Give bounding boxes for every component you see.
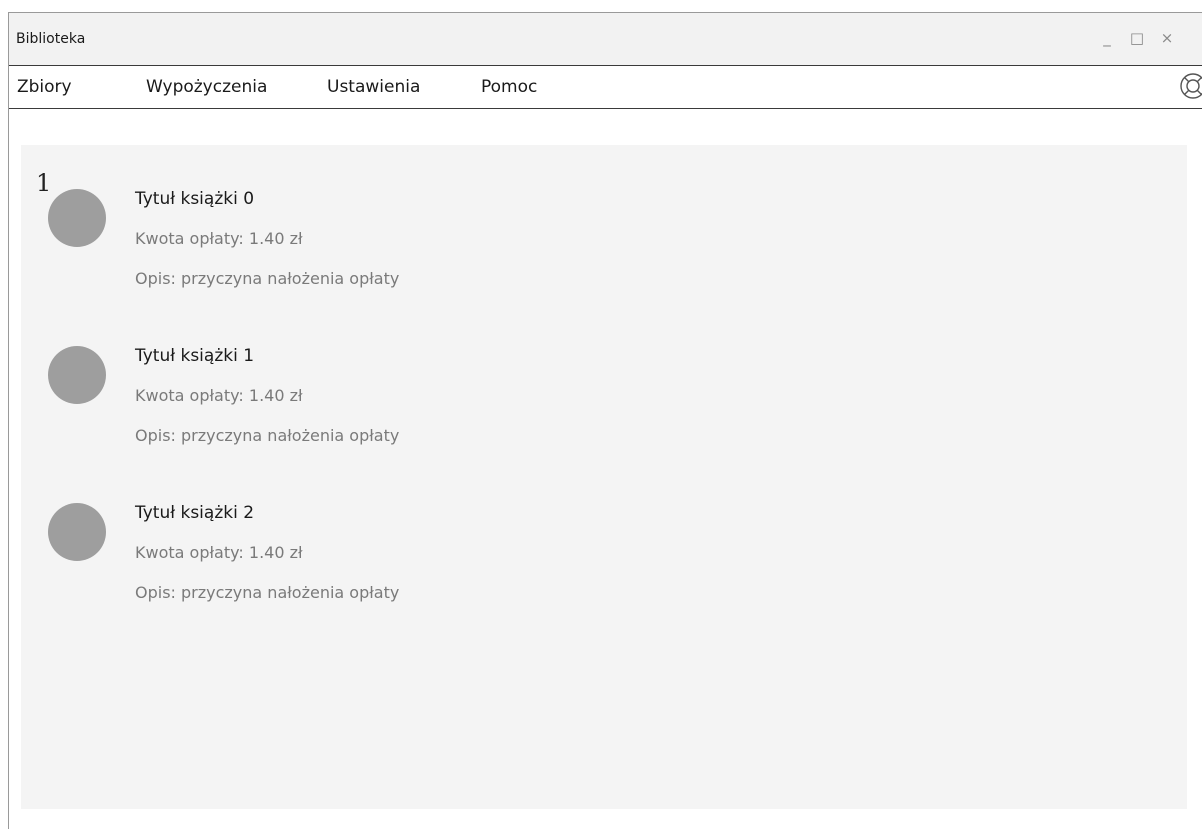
menu-item-ustawienia[interactable]: Ustawienia: [327, 77, 420, 97]
fee-amount: Kwota opłaty: 1.40 zł: [135, 543, 303, 562]
window-controls: _ □ ×: [1095, 25, 1185, 51]
minimize-button[interactable]: _: [1095, 25, 1119, 51]
menu-item-pomoc[interactable]: Pomoc: [481, 77, 537, 97]
menu-item-zbiory[interactable]: Zbiory: [17, 77, 72, 97]
fee-title: Tytuł książki 1: [135, 346, 255, 366]
avatar: [48, 346, 106, 404]
menu-bar: Zbiory Wypożyczenia Ustawienia Pomoc: [9, 65, 1202, 109]
window-title: Biblioteka: [16, 31, 86, 47]
avatar: [48, 189, 106, 247]
fees-panel: 1 Tytuł książki 0 Kwota opłaty: 1.40 zł …: [21, 145, 1187, 809]
menu-item-wypozyczenia[interactable]: Wypożyczenia: [146, 77, 267, 97]
fee-description: Opis: przyczyna nałożenia opłaty: [135, 269, 400, 288]
fee-list-item[interactable]: Tytuł książki 1 Kwota opłaty: 1.40 zł Op…: [21, 302, 621, 445]
app-window: Biblioteka _ □ × Zbiory Wypożyczenia Ust…: [8, 12, 1202, 829]
fee-amount: Kwota opłaty: 1.40 zł: [135, 386, 303, 405]
fee-list-item[interactable]: Tytuł książki 0 Kwota opłaty: 1.40 zł Op…: [21, 145, 621, 288]
fee-description: Opis: przyczyna nałożenia opłaty: [135, 583, 400, 602]
maximize-button[interactable]: □: [1125, 25, 1149, 51]
fee-amount: Kwota opłaty: 1.40 zł: [135, 229, 303, 248]
close-button[interactable]: ×: [1155, 25, 1179, 51]
fee-description: Opis: przyczyna nałożenia opłaty: [135, 426, 400, 445]
fee-title: Tytuł książki 0: [135, 189, 255, 209]
fee-title: Tytuł książki 2: [135, 503, 255, 523]
avatar: [48, 503, 106, 561]
fee-list-item[interactable]: Tytuł książki 2 Kwota opłaty: 1.40 zł Op…: [21, 459, 621, 602]
lifebuoy-icon[interactable]: [1179, 72, 1202, 100]
title-bar[interactable]: Biblioteka _ □ ×: [9, 13, 1202, 65]
